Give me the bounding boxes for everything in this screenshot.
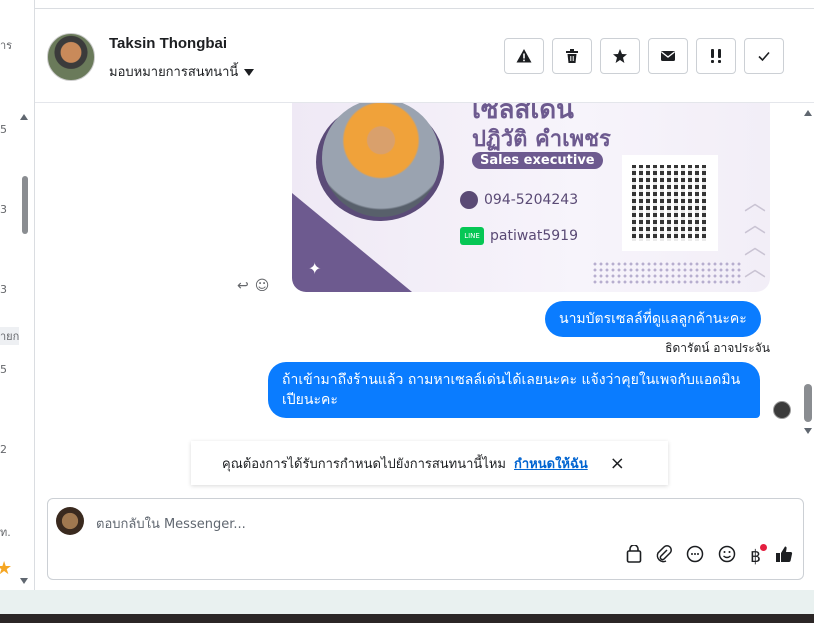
contact-avatar[interactable] — [47, 33, 95, 81]
list-fragment: 3 — [0, 203, 7, 216]
emoji-reaction-icon[interactable]: ☺ — [255, 278, 270, 294]
list-fragment: 5 — [0, 123, 7, 136]
assign-dropdown[interactable]: มอบหมายการสนทนานี้ — [109, 61, 255, 82]
conversation-list-panel: าร 5 3 3 ายก 5 2 ท. ★ — [0, 0, 35, 590]
line-icon: LINE — [460, 227, 484, 245]
close-icon[interactable]: × — [610, 453, 625, 474]
sender-name: ธิดารัตน์ อาจประจัน — [665, 341, 770, 355]
page-avatar — [56, 507, 84, 535]
list-fragment: ท. — [0, 526, 11, 539]
notification-dot — [760, 543, 767, 551]
scrollbar-thumb[interactable] — [22, 176, 28, 234]
card-phone: 094-5204243 — [460, 191, 578, 209]
message-thread: เซลส์เด่น ปฏิวัติ คำเพชร Sales executive… — [35, 103, 799, 438]
warning-icon — [516, 49, 532, 63]
reply-input[interactable]: ตอบกลับใน Messenger... — [96, 513, 246, 534]
scrollbar-thumb[interactable] — [804, 384, 812, 422]
star-button[interactable] — [600, 38, 640, 74]
trash-icon — [566, 49, 578, 63]
card-salesperson-name: ปฏิวัติ คำเพชร — [472, 127, 611, 152]
card-role: Sales executive — [472, 152, 603, 169]
contact-name[interactable]: Taksin Thongbai — [109, 35, 227, 52]
assign-to-me-link[interactable]: กำหนดให้ฉัน — [514, 453, 588, 474]
shopping-bag-icon[interactable] — [626, 544, 642, 568]
notice-text: คุณต้องการได้รับการกำหนดไปยังการสนทนานี้… — [222, 456, 506, 472]
payment-icon[interactable]: ฿ — [750, 543, 767, 567]
phone-icon — [460, 191, 478, 209]
read-receipt-avatar — [773, 401, 791, 419]
message-bubble[interactable]: นามบัตรเซลล์ที่ดูแลลูกค้านะคะ — [545, 301, 761, 337]
list-fragment: าร — [0, 39, 13, 52]
taskbar-edge — [0, 614, 814, 623]
scroll-down-icon[interactable] — [20, 578, 28, 584]
list-fragment: 2 — [0, 443, 7, 456]
window-footer — [0, 590, 814, 614]
reply-composer[interactable]: ตอบกลับใน Messenger... ฿ — [47, 498, 804, 580]
list-fragment: 5 — [0, 363, 7, 376]
spam-button[interactable] — [504, 38, 544, 74]
attachment-icon[interactable] — [656, 545, 673, 568]
star-icon — [613, 49, 627, 63]
list-scrollbar[interactable] — [18, 108, 30, 586]
assignment-notice: คุณต้องการได้รับการกำหนดไปยังการสนทนานี้… — [191, 441, 668, 485]
star-icon: ★ — [0, 558, 12, 579]
list-fragment: ายก — [0, 327, 20, 345]
envelope-icon — [661, 51, 675, 61]
exclamation-icon — [711, 49, 721, 63]
message-actions: ↩ ☺ — [237, 278, 275, 294]
baht-symbol: ฿ — [750, 546, 761, 567]
card-line: LINE patiwat5919 — [460, 227, 578, 245]
message-bubble[interactable]: ถ้าเข้ามาถึงร้านแล้ว ถามหาเซลล์เด่นได้เล… — [268, 362, 760, 418]
delete-button[interactable] — [552, 38, 592, 74]
card-phone-number: 094-5204243 — [484, 192, 579, 208]
card-decoration — [592, 261, 742, 285]
toolbar — [504, 38, 784, 74]
scroll-up-icon[interactable] — [20, 114, 28, 120]
done-button[interactable] — [744, 38, 784, 74]
assign-label: มอบหมายการสนทนานี้ — [109, 65, 239, 80]
card-decoration: ︿ ︿ ︿ ︿ — [744, 191, 767, 282]
mark-unread-button[interactable] — [648, 38, 688, 74]
thumbs-up-icon[interactable] — [775, 545, 793, 568]
composer-toolbar: ฿ — [626, 543, 793, 568]
salesperson-photo — [322, 103, 440, 217]
check-icon — [758, 51, 770, 62]
thread-scrollbar[interactable] — [802, 108, 814, 438]
scroll-up-icon[interactable] — [804, 110, 812, 116]
card-line-id: patiwat5919 — [490, 228, 578, 244]
caret-down-icon — [244, 69, 255, 76]
emoji-icon[interactable] — [718, 545, 736, 568]
scroll-down-icon[interactable] — [804, 428, 812, 434]
sparkle-icon: ✦ — [308, 259, 322, 278]
list-fragment: 3 — [0, 283, 7, 296]
conversation-header: Taksin Thongbai มอบหมายการสนทนานี้ — [35, 9, 814, 103]
follow-up-button[interactable] — [696, 38, 736, 74]
reply-icon[interactable]: ↩ — [237, 278, 249, 294]
business-card-image[interactable]: เซลส์เด่น ปฏิวัติ คำเพชร Sales executive… — [292, 103, 770, 292]
qr-code — [622, 155, 718, 251]
saved-replies-icon[interactable] — [686, 545, 704, 568]
